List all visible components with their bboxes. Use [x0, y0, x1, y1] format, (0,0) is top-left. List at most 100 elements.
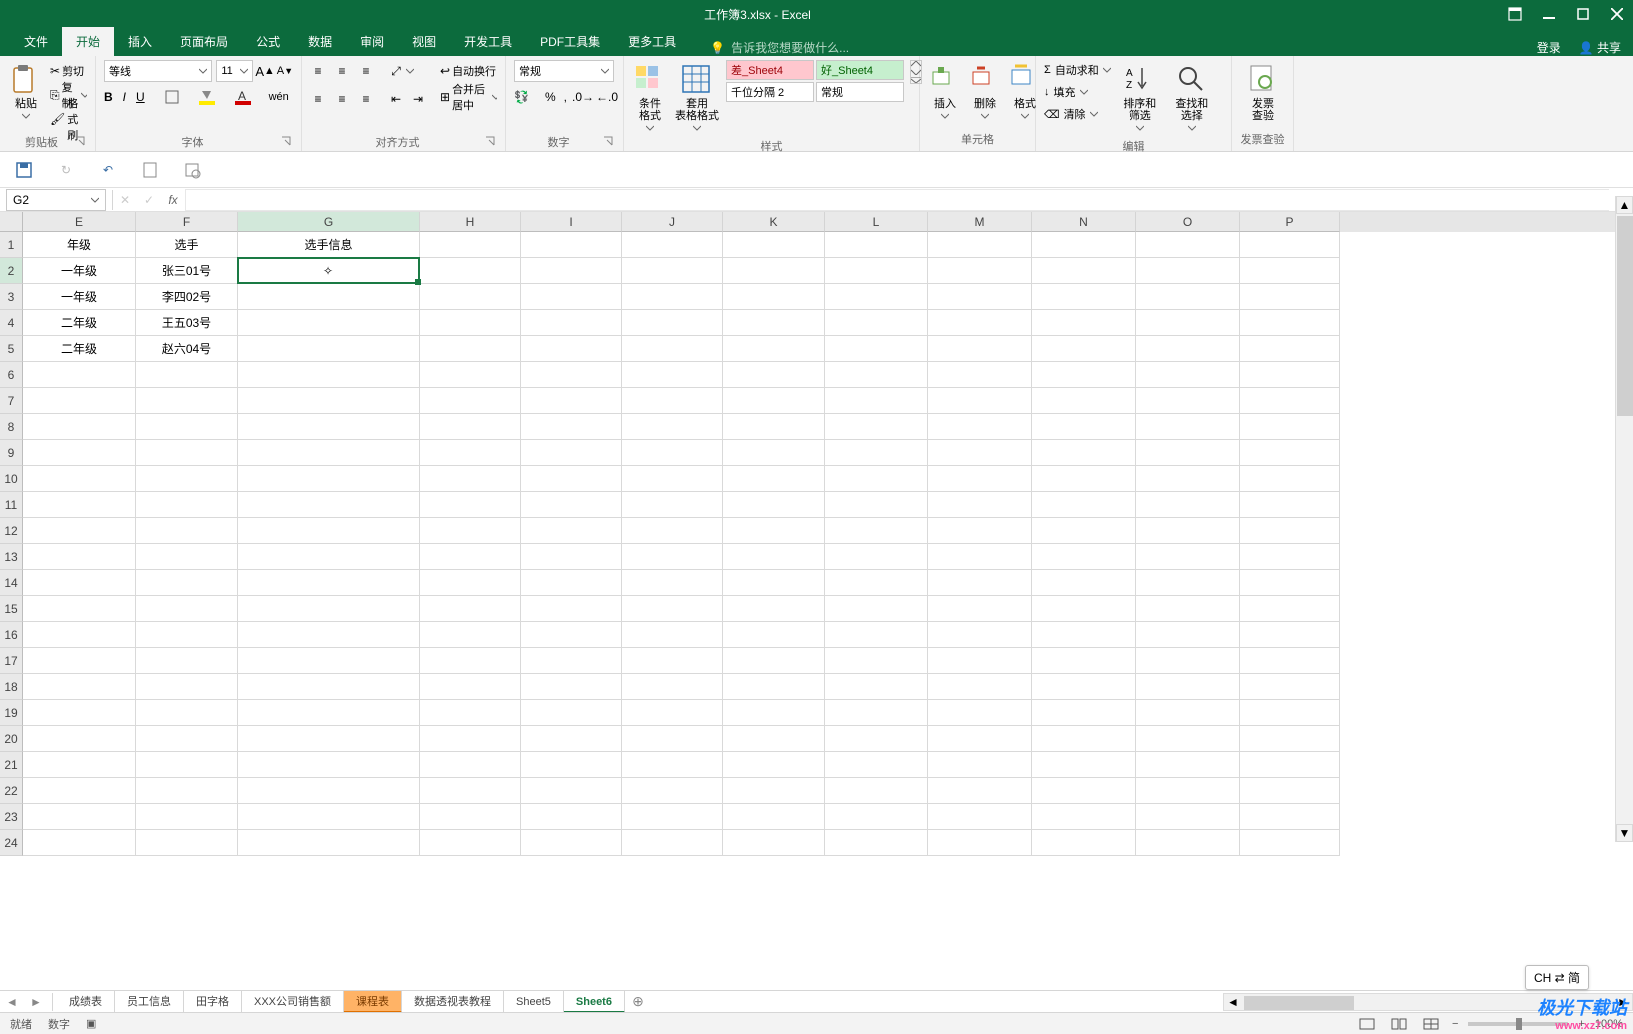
conditional-format-button[interactable]: 条件格式 [632, 60, 668, 136]
cell[interactable] [928, 726, 1032, 752]
cell[interactable]: 一年级 [23, 284, 136, 310]
cell[interactable] [420, 466, 521, 492]
cell[interactable] [521, 570, 622, 596]
cancel-formula-icon[interactable]: ✕ [113, 189, 137, 211]
cell[interactable] [1136, 674, 1240, 700]
cell[interactable] [622, 830, 723, 856]
cell[interactable] [238, 336, 420, 362]
select-all-corner[interactable] [0, 212, 23, 232]
scroll-down-icon[interactable]: ▼ [1616, 824, 1633, 842]
new-sheet-button[interactable]: ⊕ [625, 993, 651, 1010]
row-header[interactable]: 9 [0, 440, 23, 466]
row-header[interactable]: 17 [0, 648, 23, 674]
fx-icon[interactable]: fx [161, 189, 185, 211]
name-box[interactable]: G2 [6, 189, 106, 211]
cell[interactable] [1032, 700, 1136, 726]
cell[interactable] [521, 284, 622, 310]
row-header[interactable]: 8 [0, 414, 23, 440]
cell[interactable] [622, 622, 723, 648]
cell[interactable] [622, 362, 723, 388]
cell[interactable]: 王五03号 [136, 310, 238, 336]
cell[interactable] [420, 414, 521, 440]
cell[interactable] [928, 700, 1032, 726]
cell[interactable] [136, 544, 238, 570]
cell[interactable] [1240, 440, 1340, 466]
cell[interactable] [825, 518, 928, 544]
cell[interactable] [723, 492, 825, 518]
cell[interactable] [420, 830, 521, 856]
cell[interactable] [521, 388, 622, 414]
cell[interactable] [1136, 362, 1240, 388]
cell[interactable] [23, 492, 136, 518]
undo-icon[interactable]: ↶ [98, 160, 118, 180]
column-header[interactable]: L [825, 212, 928, 232]
increase-indent-icon[interactable]: ⇥ [410, 91, 426, 107]
cell[interactable] [1136, 518, 1240, 544]
cell[interactable] [521, 596, 622, 622]
cell[interactable] [521, 648, 622, 674]
cell[interactable] [723, 544, 825, 570]
cell[interactable] [825, 258, 928, 284]
cell[interactable] [622, 752, 723, 778]
cell[interactable] [825, 336, 928, 362]
dialog-launcher-icon[interactable] [603, 136, 615, 148]
accounting-format-icon[interactable]: 💱 [514, 89, 529, 105]
cell[interactable] [521, 622, 622, 648]
tab-review[interactable]: 审阅 [346, 27, 398, 56]
cell[interactable] [928, 752, 1032, 778]
cell[interactable] [825, 752, 928, 778]
cell[interactable] [723, 570, 825, 596]
cell[interactable] [23, 648, 136, 674]
cell[interactable] [420, 310, 521, 336]
cell[interactable] [1032, 284, 1136, 310]
cell[interactable]: 张三01号 [136, 258, 238, 284]
cell[interactable] [136, 726, 238, 752]
format-table-button[interactable]: 套用 表格格式 [674, 60, 720, 136]
cell[interactable] [928, 310, 1032, 336]
cell[interactable] [825, 232, 928, 258]
sheet-tab[interactable]: XXX公司销售额 [242, 991, 344, 1013]
cell[interactable] [1032, 440, 1136, 466]
dialog-launcher-icon[interactable] [75, 136, 87, 148]
tab-home[interactable]: 开始 [62, 27, 114, 56]
cell[interactable] [1240, 830, 1340, 856]
cell[interactable] [928, 466, 1032, 492]
cell[interactable] [1240, 700, 1340, 726]
print-preview-icon[interactable] [182, 160, 202, 180]
cell[interactable] [723, 388, 825, 414]
row-header[interactable]: 4 [0, 310, 23, 336]
cell[interactable] [1032, 570, 1136, 596]
cell[interactable] [23, 440, 136, 466]
macro-record-icon[interactable]: ▣ [86, 1017, 96, 1030]
cell[interactable]: 选手信息 [238, 232, 420, 258]
cell[interactable] [1240, 648, 1340, 674]
font-color-button[interactable]: A [235, 89, 251, 105]
italic-button[interactable]: I [123, 89, 126, 105]
dialog-launcher-icon[interactable] [281, 136, 293, 148]
cell[interactable] [521, 492, 622, 518]
cell[interactable] [521, 258, 622, 284]
sheet-tab[interactable]: 课程表 [344, 991, 402, 1013]
column-header[interactable]: N [1032, 212, 1136, 232]
cell[interactable] [1136, 492, 1240, 518]
font-size-combo[interactable]: 11 [216, 60, 253, 82]
new-file-icon[interactable] [140, 160, 160, 180]
cell[interactable] [23, 778, 136, 804]
cell[interactable] [825, 284, 928, 310]
row-header[interactable]: 22 [0, 778, 23, 804]
cell[interactable] [723, 804, 825, 830]
cell[interactable] [1136, 414, 1240, 440]
cell[interactable]: 二年级 [23, 336, 136, 362]
cell[interactable] [521, 466, 622, 492]
sheet-tab[interactable]: 数据透视表教程 [402, 991, 504, 1013]
cell[interactable] [420, 258, 521, 284]
cell[interactable] [723, 596, 825, 622]
cell[interactable] [723, 752, 825, 778]
style-thousand[interactable]: 千位分隔 2 [726, 82, 814, 102]
cell[interactable] [723, 726, 825, 752]
cell[interactable] [238, 440, 420, 466]
cell[interactable] [825, 544, 928, 570]
cell[interactable] [1032, 596, 1136, 622]
column-header[interactable]: K [723, 212, 825, 232]
style-normal[interactable]: 常规 [816, 82, 904, 102]
